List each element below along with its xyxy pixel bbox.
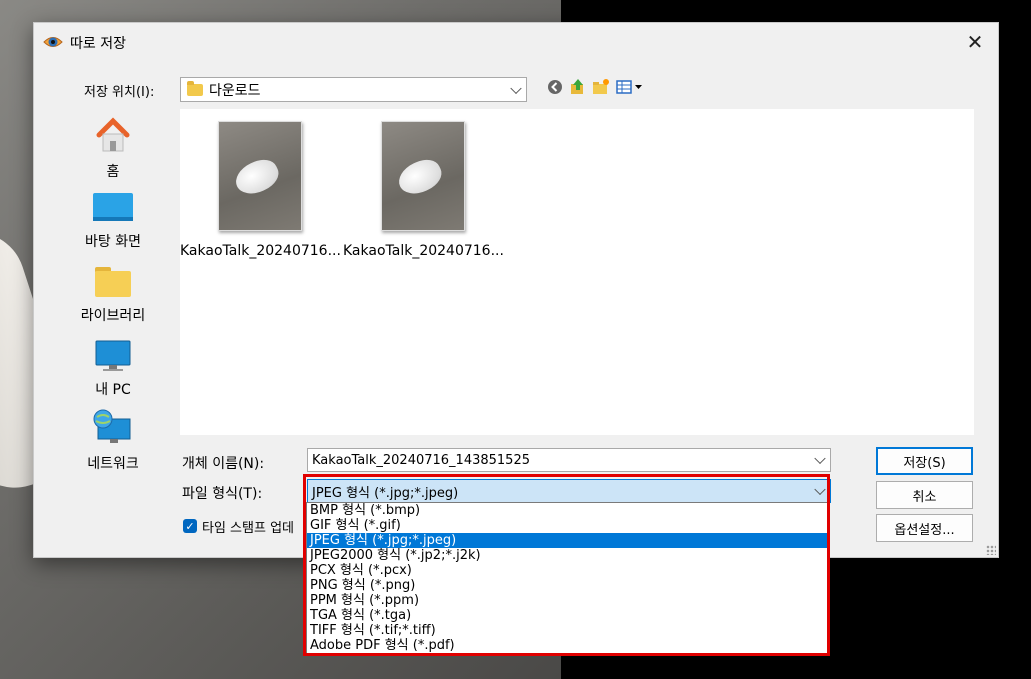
file-item[interactable]: KakaoTalk_20240716... (180, 121, 341, 259)
desktop-icon (93, 193, 133, 221)
sidebar-item-label: 홈 (106, 164, 120, 180)
this-pc-icon (95, 340, 131, 371)
folder-icon (187, 80, 203, 96)
filetype-option[interactable]: PPM 형식 (*.ppm) (307, 593, 827, 608)
save-button[interactable]: 저장(S) (876, 447, 973, 475)
location-combobox[interactable]: 다운로드 (180, 77, 527, 102)
up-folder-icon[interactable] (569, 78, 587, 96)
library-folder-icon (95, 267, 131, 297)
image-thumbnail (218, 121, 302, 231)
filetype-option[interactable]: GIF 형식 (*.gif) (307, 518, 827, 533)
network-icon (93, 409, 131, 443)
sidebar-item-network[interactable]: 네트워크 (74, 409, 152, 473)
chevron-down-icon (814, 483, 826, 496)
filetype-option[interactable]: PNG 형식 (*.png) (307, 578, 827, 593)
close-button[interactable]: ✕ (962, 29, 988, 55)
sidebar-item-label: 네트워크 (87, 456, 139, 472)
sidebar-item-this-pc[interactable]: 내 PC (74, 339, 152, 399)
resize-grip-icon[interactable] (986, 545, 996, 555)
file-name: KakaoTalk_20240716... (180, 243, 341, 259)
filetype-option[interactable]: TIFF 형식 (*.tif;*.tiff) (307, 623, 827, 638)
image-thumbnail (381, 121, 465, 231)
filename-value: KakaoTalk_20240716_143851525 (312, 452, 530, 468)
filename-label: 개체 이름(N): (182, 456, 265, 472)
chevron-down-icon (510, 82, 522, 94)
filetype-label: 파일 형식(T): (182, 486, 263, 502)
sidebar-item-home[interactable]: 홈 (74, 115, 152, 181)
filetype-option[interactable]: JPEG2000 형식 (*.jp2;*.j2k) (307, 548, 827, 563)
back-icon[interactable] (546, 78, 564, 96)
filetype-option[interactable]: Adobe PDF 형식 (*.pdf) (307, 638, 827, 653)
filetype-select[interactable]: JPEG 형식 (*.jpg;*.jpeg) (307, 479, 831, 503)
sidebar-item-label: 내 PC (95, 382, 131, 398)
filetype-option[interactable]: BMP 형식 (*.bmp) (307, 503, 827, 518)
sidebar-item-label: 라이브러리 (80, 308, 146, 324)
file-item[interactable]: KakaoTalk_20240716... (343, 121, 504, 259)
filename-input[interactable]: KakaoTalk_20240716_143851525 (307, 448, 831, 472)
file-list-view[interactable]: KakaoTalk_20240716... KakaoTalk_20240716… (180, 109, 974, 435)
app-eye-icon (43, 37, 63, 47)
dialog-title: 따로 저장 (70, 36, 126, 52)
home-icon (96, 117, 130, 152)
file-name: KakaoTalk_20240716... (343, 243, 504, 259)
timestamp-checkbox-label: 타임 스탬프 업데 (202, 521, 294, 536)
location-label: 저장 위치(I): (84, 85, 155, 100)
sidebar-item-desktop[interactable]: 바탕 화면 (74, 191, 152, 251)
timestamp-checkbox[interactable]: ✓ (183, 519, 197, 533)
filetype-dropdown-list[interactable]: BMP 형식 (*.bmp) GIF 형식 (*.gif) JPEG 형식 (*… (306, 502, 828, 654)
options-button[interactable]: 옵션설정... (876, 514, 973, 542)
view-menu-icon[interactable] (616, 78, 644, 96)
location-value: 다운로드 (209, 82, 261, 99)
save-as-dialog: 따로 저장 ✕ 저장 위치(I): 다운로드 홈 바탕 화면 라이브러리 내 P… (33, 22, 999, 558)
new-folder-icon[interactable] (592, 78, 610, 96)
filetype-option[interactable]: PCX 형식 (*.pcx) (307, 563, 827, 578)
sidebar-item-label: 바탕 화면 (85, 234, 141, 250)
filetype-option[interactable]: TGA 형식 (*.tga) (307, 608, 827, 623)
filetype-option-selected[interactable]: JPEG 형식 (*.jpg;*.jpeg) (307, 533, 827, 548)
chevron-down-icon (814, 452, 826, 465)
cancel-button[interactable]: 취소 (876, 481, 973, 509)
filetype-value: JPEG 형식 (*.jpg;*.jpeg) (312, 485, 459, 501)
sidebar-item-libraries[interactable]: 라이브러리 (74, 265, 152, 325)
title-bar[interactable]: 따로 저장 ✕ (34, 23, 998, 61)
